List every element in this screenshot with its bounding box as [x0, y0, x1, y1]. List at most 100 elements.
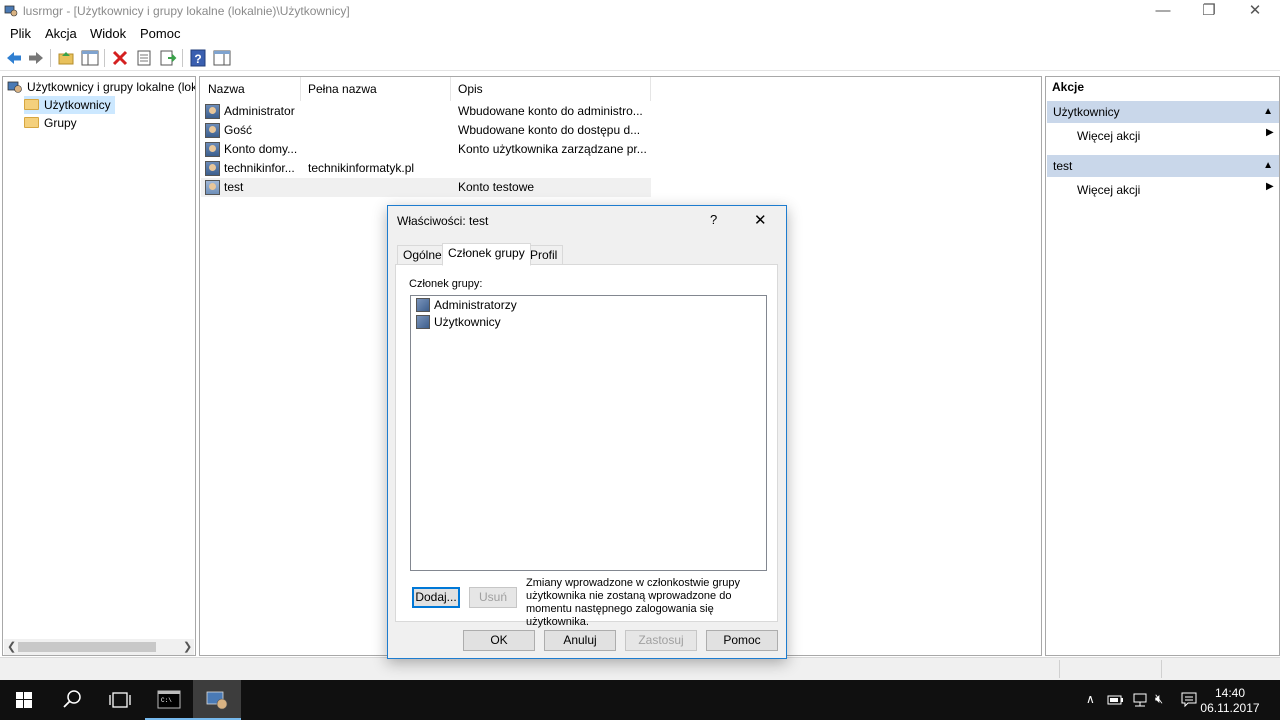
help-button[interactable]: Pomoc — [706, 630, 778, 651]
actions-section-users[interactable]: Użytkownicy ▲ — [1047, 101, 1279, 123]
actions-section-test[interactable]: test ▲ — [1047, 155, 1279, 177]
more-actions-users[interactable]: Więcej akcji — [1077, 126, 1140, 146]
tree-root[interactable]: Użytkownicy i grupy lokalne (lok — [7, 78, 196, 96]
submenu-arrow-icon: ▶ — [1266, 127, 1274, 138]
task-view-icon[interactable] — [96, 680, 144, 720]
scroll-left-icon[interactable]: ❮ — [7, 640, 16, 653]
users-groups-icon — [7, 81, 22, 93]
tab-content: Członek grupy: Administratorzy Użytkowni… — [395, 264, 778, 628]
list-item[interactable]: Administratorzy — [416, 297, 517, 314]
properties-dialog: Właściwości: test ? ✕ Ogólne Członek gru… — [387, 205, 787, 659]
user-name: Konto domy... — [224, 142, 298, 156]
table-row[interactable]: Administrator Wbudowane konto do adminis… — [201, 102, 651, 121]
list-item[interactable]: Użytkownicy — [416, 314, 501, 331]
notifications-icon[interactable] — [1180, 691, 1198, 709]
power-icon[interactable] — [1106, 692, 1124, 708]
help-icon[interactable]: ? — [188, 48, 208, 68]
actions-pane: Akcje Użytkownicy ▲ Więcej akcji ▶ test … — [1045, 76, 1280, 656]
submenu-arrow-icon: ▶ — [1266, 181, 1274, 192]
apply-button[interactable]: Zastosuj — [625, 630, 697, 651]
menu-akcja[interactable]: Akcja — [45, 26, 77, 41]
more-actions-test[interactable]: Więcej akcji — [1077, 180, 1140, 200]
toolbar-separator — [182, 49, 183, 67]
user-description: Wbudowane konto do administro... — [458, 104, 643, 118]
show-hidden-icons[interactable]: ∧ — [1086, 692, 1095, 706]
remove-button[interactable]: Usuń — [469, 587, 517, 608]
up-folder-icon[interactable] — [56, 48, 76, 68]
add-button[interactable]: Dodaj... — [412, 587, 460, 608]
actions-section-label: Użytkownicy — [1053, 105, 1120, 119]
windows-start-icon[interactable] — [0, 680, 48, 720]
network-icon[interactable] — [1131, 692, 1149, 708]
clock[interactable]: 14:40 06.11.2017 — [1200, 686, 1260, 716]
tree-item-users[interactable]: Użytkownicy — [24, 96, 115, 114]
tab-member-of[interactable]: Członek grupy — [442, 243, 531, 266]
collapse-up-icon[interactable]: ▲ — [1263, 101, 1273, 123]
collapse-up-icon[interactable]: ▲ — [1263, 155, 1273, 177]
dialog-title: Właściwości: test — [397, 214, 489, 228]
column-header-name[interactable]: Nazwa — [201, 77, 301, 101]
tree-item-groups[interactable]: Grupy — [24, 114, 77, 132]
table-row[interactable]: technikinfor... technikinformatyk.pl — [201, 159, 651, 178]
tree-item-label: Użytkownicy — [44, 98, 111, 112]
user-description: Konto testowe — [458, 180, 535, 194]
toolbar: ? — [0, 45, 1280, 71]
status-divider — [1059, 660, 1060, 678]
members-label: Członek grupy: — [409, 278, 483, 290]
user-icon — [205, 123, 220, 138]
actions-title: Akcje — [1052, 80, 1085, 94]
lusrmgr-taskbar-icon[interactable] — [193, 680, 241, 720]
computer-management-icon — [4, 5, 18, 17]
members-list[interactable]: Administratorzy Użytkownicy — [410, 295, 767, 571]
status-bar — [0, 657, 1280, 680]
action-pane-icon[interactable] — [212, 48, 232, 68]
minimize-button[interactable]: — — [1140, 0, 1186, 24]
ok-button[interactable]: OK — [463, 630, 535, 651]
scrollbar-thumb[interactable] — [18, 642, 156, 652]
menu-pomoc[interactable]: Pomoc — [140, 26, 180, 41]
scroll-right-icon[interactable]: ❯ — [183, 640, 192, 653]
user-name: test — [224, 180, 244, 194]
cancel-button[interactable]: Anuluj — [544, 630, 616, 651]
user-icon — [205, 161, 220, 176]
user-disabled-icon — [205, 180, 220, 195]
toolbar-separator — [50, 49, 51, 67]
forward-arrow-icon[interactable] — [26, 48, 46, 68]
delete-icon[interactable] — [110, 48, 130, 68]
membership-note: Zmiany wprowadzone w członkostwie grupy … — [526, 577, 740, 628]
toolbar-separator — [104, 49, 105, 67]
group-icon — [416, 314, 430, 329]
tree-item-label: Grupy — [44, 116, 77, 130]
command-prompt-icon[interactable]: C:\ — [145, 680, 193, 720]
column-header-full-name[interactable]: Pełna nazwa — [301, 77, 451, 101]
restore-button[interactable]: ❐ — [1186, 0, 1232, 24]
menu-widok[interactable]: Widok — [90, 26, 126, 41]
column-header-description[interactable]: Opis — [451, 77, 651, 101]
tree-root-label: Użytkownicy i grupy lokalne (lok — [27, 80, 196, 94]
dialog-help-button[interactable]: ? — [710, 212, 717, 227]
export-list-icon[interactable] — [158, 48, 178, 68]
table-row[interactable]: Gość Wbudowane konto do dostępu d... — [201, 121, 651, 140]
group-icon — [416, 297, 430, 312]
menu-plik[interactable]: Plik — [10, 26, 31, 41]
back-arrow-icon[interactable] — [4, 48, 24, 68]
properties-icon[interactable] — [134, 48, 154, 68]
tab-general[interactable]: Ogólne — [397, 245, 448, 265]
table-row[interactable]: Konto domy... Konto użytkownika zarządza… — [201, 140, 651, 159]
user-icon — [205, 142, 220, 157]
user-name: Gość — [224, 123, 253, 137]
dialog-close-button[interactable]: ✕ — [754, 211, 767, 229]
volume-muted-icon[interactable]: 🔇︎ — [1155, 691, 1163, 707]
close-button[interactable]: ✕ — [1232, 0, 1278, 24]
taskbar: C:\ ∧ 🔇︎ — [0, 680, 1280, 720]
search-icon[interactable] — [48, 680, 96, 720]
user-name: technikinfor... — [224, 161, 295, 175]
actions-section-label: test — [1053, 159, 1073, 173]
horizontal-scrollbar[interactable]: ❮ ❯ — [4, 639, 194, 655]
user-description: Konto użytkownika zarządzane pr... — [458, 142, 647, 156]
table-row-selected[interactable]: test Konto testowe — [201, 178, 651, 197]
show-hide-tree-icon[interactable] — [80, 48, 100, 68]
title-bar: lusrmgr - [Użytkownicy i grupy lokalne (… — [0, 0, 1280, 24]
user-name: Administrator — [224, 104, 295, 118]
clock-date: 06.11.2017 — [1200, 701, 1260, 715]
